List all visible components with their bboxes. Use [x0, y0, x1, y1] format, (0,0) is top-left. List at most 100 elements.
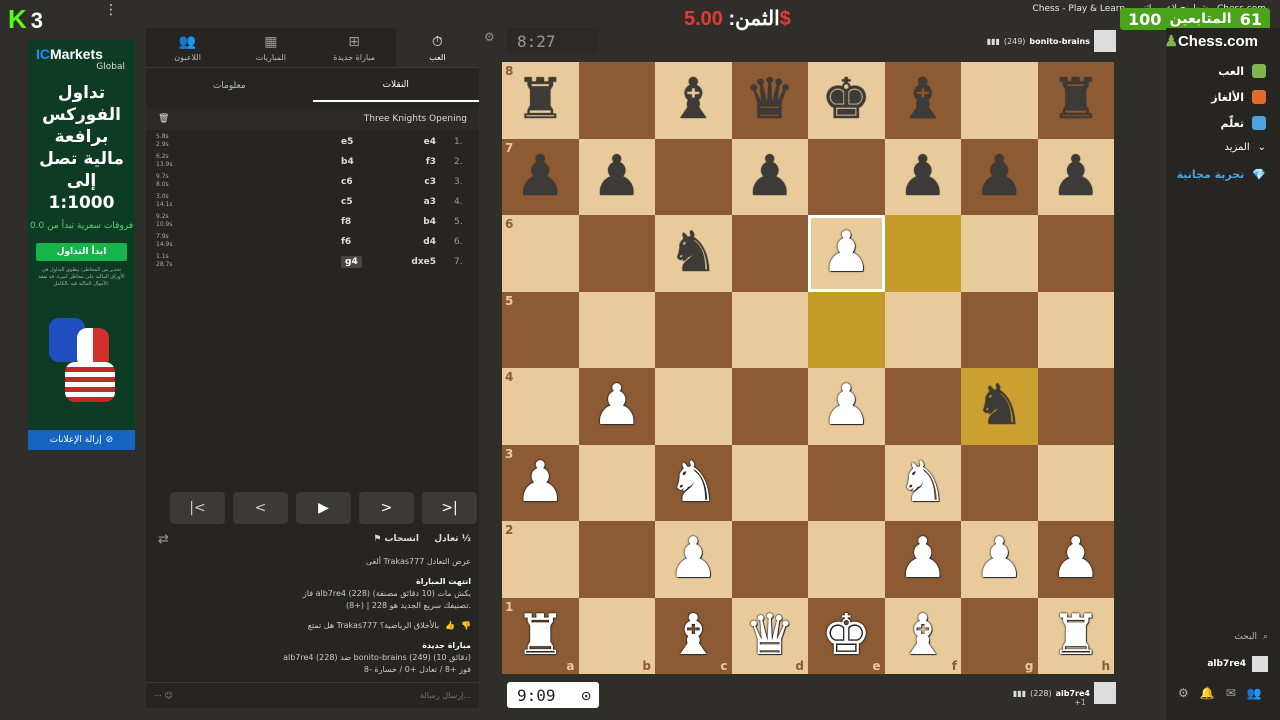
white-pawn-icon[interactable]: ♟ [821, 225, 871, 281]
square-a5[interactable]: 5 [502, 291, 579, 368]
white-rook-icon[interactable]: ♜ [1051, 607, 1101, 664]
black-rook-icon[interactable]: ♜ [515, 72, 565, 128]
square-h5[interactable] [1037, 291, 1114, 368]
play-button[interactable]: ▶ [296, 492, 351, 524]
black-pawn-icon[interactable]: ♟ [745, 148, 795, 205]
square-a1[interactable]: 1 a ♜ [502, 597, 579, 674]
square-c4[interactable] [655, 368, 732, 445]
black-bishop-icon[interactable]: ♝ [668, 72, 718, 128]
white-king-icon[interactable]: ♚ [821, 607, 871, 664]
square-h8[interactable]: ♜ [1037, 62, 1114, 139]
black-move[interactable]: f8 [341, 217, 351, 227]
square-b2[interactable] [578, 521, 655, 598]
black-rook-icon[interactable]: ♜ [1051, 72, 1101, 128]
black-pawn-icon[interactable]: ♟ [898, 148, 948, 205]
flip-board-icon[interactable]: ⇄ [158, 532, 169, 547]
square-f1[interactable]: f ♝ [884, 597, 961, 674]
square-a3[interactable]: 3 ♟ [502, 444, 579, 521]
square-f3[interactable]: ♞ [884, 444, 961, 521]
square-g6[interactable] [961, 215, 1038, 292]
white-pawn-icon[interactable]: ♟ [1051, 531, 1101, 587]
white-pawn-icon[interactable]: ♟ [515, 454, 565, 511]
draw-button[interactable]: تعادل ½ [434, 534, 471, 544]
square-a4[interactable]: 4 [502, 368, 579, 445]
ad-cta-button[interactable]: ابدأ التداول [36, 243, 127, 261]
white-knight-icon[interactable]: ♞ [898, 454, 948, 511]
settings-icon[interactable]: ⚙ [1178, 686, 1189, 700]
chess-com-logo[interactable]: ♟Chess.com [1165, 32, 1259, 50]
tab-info[interactable]: معلومات [146, 70, 313, 102]
square-b7[interactable]: ♟ [578, 138, 655, 215]
square-e2[interactable] [808, 521, 885, 598]
square-a2[interactable]: 2 [502, 521, 579, 598]
resign-button[interactable]: ⚑ انسحاب [373, 534, 419, 544]
square-h2[interactable]: ♟ [1037, 521, 1114, 598]
white-knight-icon[interactable]: ♞ [668, 454, 718, 511]
trash-icon[interactable]: 🗑 [158, 114, 169, 124]
white-rook-icon[interactable]: ♜ [515, 607, 565, 664]
gear-icon[interactable]: ⚙ [484, 30, 495, 44]
black-knight-icon[interactable]: ♞ [974, 378, 1024, 434]
tab-moves[interactable]: النقلات [312, 70, 479, 102]
white-bishop-icon[interactable]: ♝ [898, 607, 948, 664]
last-move-button[interactable]: >| [422, 492, 477, 524]
black-knight-icon[interactable]: ♞ [668, 225, 718, 281]
advertisement[interactable]: ICMarkets Global تداول الفوركس برافعة ما… [28, 40, 135, 450]
white-pawn-icon[interactable]: ♟ [898, 531, 948, 587]
square-h4[interactable] [1037, 368, 1114, 445]
black-pawn-icon[interactable]: ♟ [1051, 148, 1101, 205]
chess-board[interactable]: 8 ♜ ♝ ♛ ♚ ♝ ♜ 7 ♟ ♟ ♟ ♟ ♟ ♟ 6 ♞ ♟ 5 4 ♟ ♟ ♞ 3 ♟ ♞ ♞ 2 ♟ ♟ ♟ ♟ 1 a ♜ b c ♝ d ♛ e… [502, 62, 1114, 674]
next-move-button[interactable]: > [359, 492, 414, 524]
square-b5[interactable] [578, 291, 655, 368]
previous-move-button[interactable]: < [233, 492, 288, 524]
user-profile[interactable]: alb7re4 [1207, 656, 1268, 672]
white-move[interactable]: dxe5 [406, 257, 436, 267]
move-row[interactable]: 6.2s 13.9s b4 f3 2. [146, 152, 479, 172]
square-g7[interactable]: ♟ [961, 138, 1038, 215]
square-g3[interactable] [961, 444, 1038, 521]
square-f8[interactable]: ♝ [884, 62, 961, 139]
black-bishop-icon[interactable]: ♝ [898, 72, 948, 128]
square-b8[interactable] [578, 62, 655, 139]
move-row[interactable]: 3.0s 14.1s c5 a3 4. [146, 192, 479, 212]
square-e8[interactable]: ♚ [808, 62, 885, 139]
square-b6[interactable] [578, 215, 655, 292]
tab-players[interactable]: 👥 اللاعبون [146, 28, 229, 67]
square-g8[interactable] [961, 62, 1038, 139]
white-move[interactable]: b4 [406, 217, 436, 227]
square-a8[interactable]: 8 ♜ [502, 62, 579, 139]
black-move[interactable]: g4 [341, 256, 362, 268]
square-e7[interactable] [808, 138, 885, 215]
square-d4[interactable] [731, 368, 808, 445]
black-pawn-icon[interactable]: ♟ [515, 148, 565, 205]
move-row[interactable]: 5.8s 2.9s e5 e4 1. [146, 132, 479, 152]
white-move[interactable]: c3 [406, 177, 436, 187]
square-g2[interactable]: ♟ [961, 521, 1038, 598]
black-move[interactable]: f6 [341, 237, 351, 247]
square-a7[interactable]: 7 ♟ [502, 138, 579, 215]
white-pawn-icon[interactable]: ♟ [974, 531, 1024, 587]
square-c8[interactable]: ♝ [655, 62, 732, 139]
square-c1[interactable]: c ♝ [655, 597, 732, 674]
square-e6[interactable]: ♟ [808, 215, 885, 292]
more-menu-icon[interactable]: ⋮ [104, 2, 118, 18]
white-move[interactable]: a3 [406, 197, 436, 207]
thumbs-up-icon[interactable]: 👍 [445, 620, 455, 632]
square-f5[interactable] [884, 291, 961, 368]
white-move[interactable]: e4 [406, 137, 436, 147]
more-options-icon[interactable]: ⋯ ☺ [154, 691, 173, 700]
tab-games[interactable]: ▦ المباريات [229, 28, 312, 67]
white-pawn-icon[interactable]: ♟ [821, 378, 871, 434]
square-h6[interactable] [1037, 215, 1114, 292]
square-b4[interactable]: ♟ [578, 368, 655, 445]
square-d8[interactable]: ♛ [731, 62, 808, 139]
square-d3[interactable] [731, 444, 808, 521]
square-c5[interactable] [655, 291, 732, 368]
move-row[interactable]: 1.1s 28.7s g4 dxe5 7. [146, 252, 479, 272]
friends-icon[interactable]: 👥 [1247, 686, 1262, 700]
square-g4[interactable]: ♞ [961, 368, 1038, 445]
square-e3[interactable] [808, 444, 885, 521]
square-h1[interactable]: h ♜ [1037, 597, 1114, 674]
thumbs-down-icon[interactable]: 👎 [461, 620, 471, 632]
black-pawn-icon[interactable]: ♟ [974, 148, 1024, 205]
